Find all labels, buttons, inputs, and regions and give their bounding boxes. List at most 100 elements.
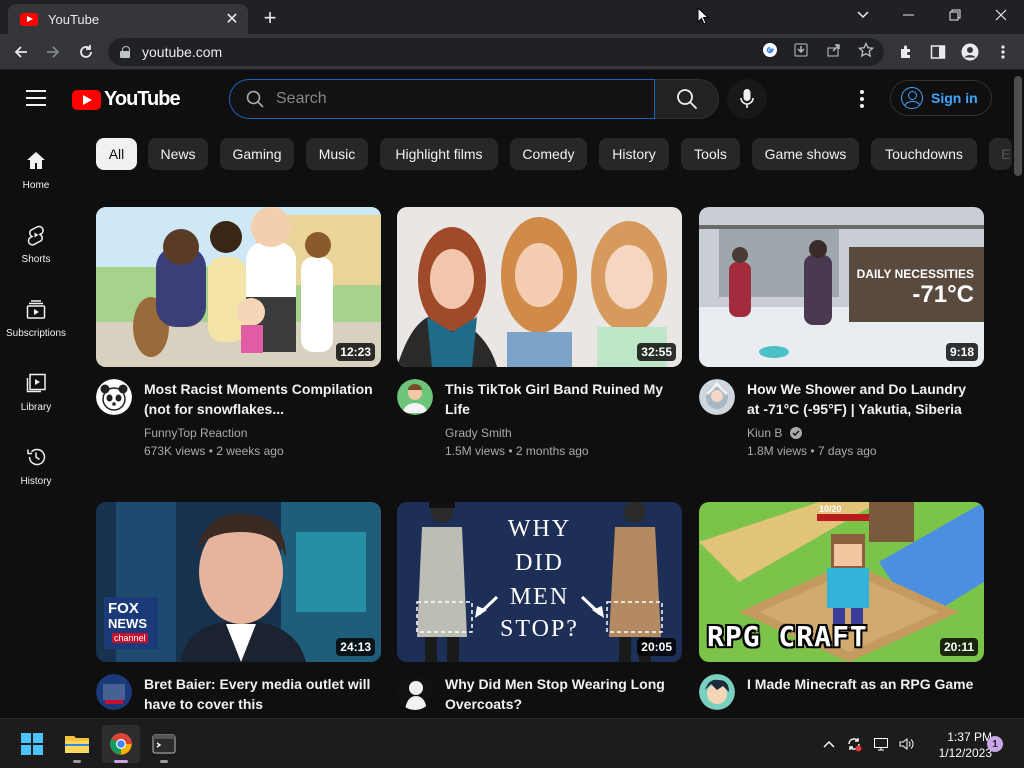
- chip-more[interactable]: E: [989, 138, 1012, 170]
- menu-hamburger-icon[interactable]: [26, 90, 46, 106]
- sidebar-item-subscriptions[interactable]: Subscriptions: [0, 284, 72, 354]
- chip-touchdowns[interactable]: Touchdowns: [871, 138, 977, 170]
- bookmark-star-icon[interactable]: [856, 40, 876, 60]
- thumbnail-word-1: WHY: [507, 516, 572, 542]
- channel-name[interactable]: FunnyTop Reaction: [144, 426, 247, 440]
- network-icon[interactable]: [872, 735, 890, 753]
- scrollbar-thumb[interactable]: [1014, 76, 1022, 176]
- search-button[interactable]: [655, 79, 719, 119]
- search-small-icon: [246, 90, 264, 108]
- browser-toolbar: youtube.com: [0, 34, 1024, 70]
- channel-avatar[interactable]: [397, 379, 433, 415]
- extensions-icon[interactable]: [896, 42, 916, 62]
- video-thumbnail[interactable]: 12:23: [96, 207, 381, 367]
- video-title[interactable]: Why Did Men Stop Wearing Long Overcoats?: [445, 674, 675, 714]
- new-tab-button[interactable]: +: [258, 5, 282, 30]
- back-button[interactable]: [8, 39, 34, 65]
- video-thumbnail[interactable]: 10/20 RPG CRAFT 20:11: [699, 502, 984, 662]
- microphone-icon: [740, 89, 754, 108]
- share-icon[interactable]: [824, 40, 844, 60]
- sign-in-button[interactable]: Sign in: [890, 80, 992, 116]
- video-thumbnail[interactable]: 32:55: [397, 207, 682, 367]
- tab-search-icon[interactable]: [848, 4, 878, 26]
- video-title[interactable]: This TikTok Girl Band Ruined My Life: [445, 379, 675, 419]
- channel-avatar[interactable]: [397, 674, 433, 710]
- video-thumbnail[interactable]: WHY DID MEN STOP? 20:05: [397, 502, 682, 662]
- channel-avatar[interactable]: [699, 379, 735, 415]
- taskbar-chrome[interactable]: [102, 725, 140, 763]
- sidebar-item-history[interactable]: History: [0, 432, 72, 502]
- video-card[interactable]: 10/20 RPG CRAFT 20:11 I Made Minecraft a…: [699, 502, 984, 718]
- sidebar-item-label: History: [20, 476, 52, 487]
- start-button[interactable]: [13, 725, 51, 763]
- channel-avatar[interactable]: [96, 379, 132, 415]
- forward-button[interactable]: [40, 39, 66, 65]
- browser-tab-bar: YouTube ✕ +: [0, 0, 1024, 34]
- channel-name[interactable]: Kiun B: [747, 426, 802, 440]
- video-thumbnail[interactable]: FOX NEWS channel 24:13: [96, 502, 381, 662]
- video-card[interactable]: 12:23 Most Racist Moments Compilation (n…: [96, 207, 381, 467]
- search-box[interactable]: [229, 79, 655, 119]
- google-lens-icon[interactable]: [760, 40, 780, 60]
- channel-name[interactable]: Grady Smith: [445, 426, 512, 440]
- chip-music[interactable]: Music: [306, 138, 368, 170]
- sidebar-item-home[interactable]: Home: [0, 136, 72, 206]
- chip-news[interactable]: News: [148, 138, 208, 170]
- video-title[interactable]: Bret Baier: Every media outlet will have…: [144, 674, 374, 714]
- search-input[interactable]: [276, 90, 616, 108]
- browser-tab[interactable]: YouTube ✕: [8, 4, 248, 34]
- side-panel-icon[interactable]: [928, 42, 948, 62]
- channel-avatar[interactable]: [699, 674, 735, 710]
- close-window-button[interactable]: [986, 4, 1016, 26]
- sidebar-item-shorts[interactable]: Shorts: [0, 210, 72, 280]
- settings-more-icon[interactable]: [852, 87, 872, 111]
- video-title[interactable]: Most Racist Moments Compilation (not for…: [144, 379, 374, 419]
- channel-avatar[interactable]: [96, 674, 132, 710]
- show-hidden-icons-chevron-icon[interactable]: [820, 735, 838, 753]
- lock-icon[interactable]: [120, 46, 130, 58]
- channel-name-text: Kiun B: [747, 426, 783, 440]
- video-duration: 20:05: [637, 638, 676, 656]
- chip-highlight-films[interactable]: Highlight films: [380, 138, 498, 170]
- chrome-icon: [110, 733, 132, 755]
- fox-news-logo-text-2: NEWS: [108, 616, 147, 631]
- install-app-icon[interactable]: [791, 40, 811, 60]
- sidebar-item-label: Home: [22, 180, 50, 191]
- voice-search-button[interactable]: [727, 79, 767, 119]
- chip-history[interactable]: History: [599, 138, 669, 170]
- sidebar-item-label: Library: [20, 402, 52, 413]
- system-clock[interactable]: 1:37 PM 1/12/2023: [920, 729, 992, 761]
- video-card[interactable]: 32:55 This TikTok Girl Band Ruined My Li…: [397, 207, 682, 467]
- minimize-button[interactable]: [894, 4, 924, 26]
- chip-tools[interactable]: Tools: [681, 138, 740, 170]
- volume-icon[interactable]: [897, 735, 915, 753]
- taskbar-terminal[interactable]: [145, 725, 183, 763]
- home-icon: [27, 152, 45, 169]
- notification-badge[interactable]: 1: [987, 736, 1003, 752]
- youtube-logo[interactable]: YouTube: [72, 88, 181, 111]
- reload-button[interactable]: [73, 39, 99, 65]
- windows-taskbar: 1:37 PM 1/12/2023 1: [0, 718, 1024, 768]
- chip-gaming[interactable]: Gaming: [220, 138, 294, 170]
- video-card[interactable]: DAILY NECESSITIES -71°C 9:18 How We Show…: [699, 207, 984, 467]
- thumbnail-temperature: -71°C: [912, 281, 974, 308]
- sidebar-item-label: Shorts: [21, 254, 51, 265]
- taskbar-file-explorer[interactable]: [58, 725, 96, 763]
- video-thumbnail[interactable]: DAILY NECESSITIES -71°C 9:18: [699, 207, 984, 367]
- sync-icon[interactable]: [845, 735, 863, 753]
- restore-button[interactable]: [940, 4, 970, 26]
- chip-comedy[interactable]: Comedy: [510, 138, 587, 170]
- chip-all[interactable]: All: [96, 138, 137, 170]
- profile-icon[interactable]: [960, 42, 980, 62]
- video-card[interactable]: FOX NEWS channel 24:13 Bret Baier: Every…: [96, 502, 381, 718]
- health-text: 10/20: [819, 504, 842, 514]
- close-tab-icon[interactable]: ✕: [222, 9, 242, 29]
- page-scrollbar[interactable]: [1012, 70, 1024, 718]
- video-card[interactable]: WHY DID MEN STOP? 20:05 Why Did Men Stop…: [397, 502, 682, 718]
- chip-game-shows[interactable]: Game shows: [752, 138, 859, 170]
- browser-menu-icon[interactable]: [993, 42, 1013, 62]
- youtube-favicon-icon: [20, 12, 38, 26]
- sidebar-item-library[interactable]: Library: [0, 358, 72, 428]
- video-title[interactable]: How We Shower and Do Laundry at -71°C (-…: [747, 379, 977, 419]
- video-title[interactable]: I Made Minecraft as an RPG Game: [747, 674, 977, 694]
